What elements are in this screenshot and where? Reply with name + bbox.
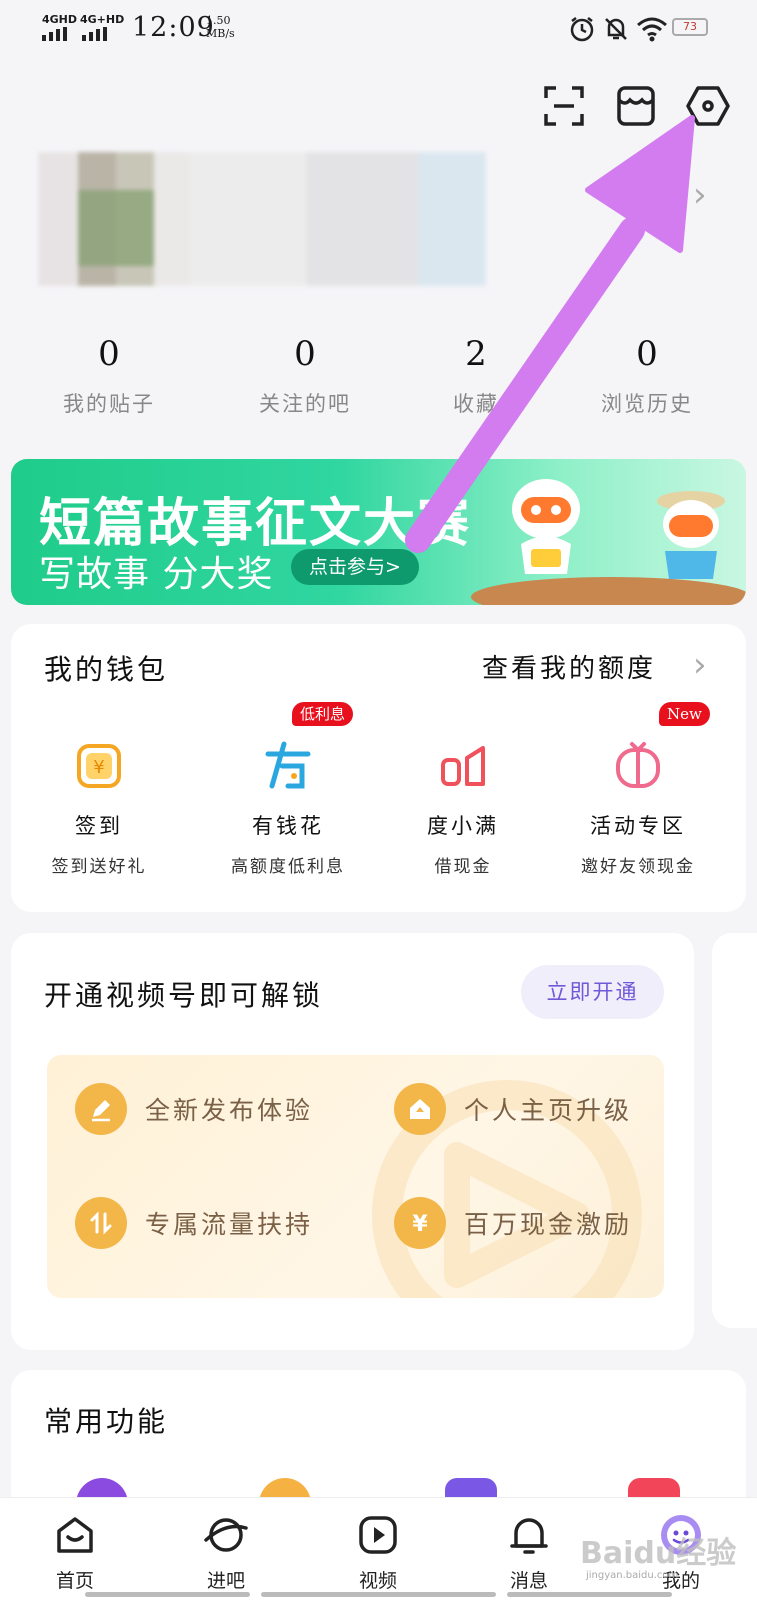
profile-chevron-icon[interactable]: › — [693, 178, 707, 212]
stat-label: 我的贴子 — [63, 392, 155, 416]
stat-value: 2 — [465, 334, 487, 374]
wallet-item-sub: 高额度低利息 — [231, 857, 345, 877]
battery-icon: 73 — [672, 18, 708, 36]
stat-history[interactable]: 0 浏览历史 — [567, 334, 727, 418]
signal-bars-1-icon — [42, 27, 67, 41]
stat-value: 0 — [636, 334, 658, 374]
bell-icon — [510, 1518, 548, 1554]
nav-label: 消息 — [509, 1570, 548, 1592]
wifi-icon — [637, 17, 667, 42]
baidu-watermark: Baidu经验 — [580, 1536, 737, 1571]
gesture-bar-2 — [261, 1592, 496, 1597]
gesture-bar — [85, 1592, 250, 1597]
wallet-chevron-icon[interactable]: › — [693, 648, 707, 682]
banner-stage-decoration — [471, 577, 746, 605]
scan-icon[interactable] — [542, 84, 586, 128]
perk-label: 百万现金激励 — [464, 1210, 633, 1239]
settings-icon[interactable] — [686, 84, 730, 128]
stat-label: 关注的吧 — [259, 392, 351, 416]
wallet-item-name: 签到 — [75, 814, 123, 838]
signal-label-2: 4G+HD — [80, 13, 125, 26]
common-functions-title: 常用功能 — [44, 1405, 169, 1438]
wallet-item-sub: 借现金 — [434, 857, 492, 877]
video-unlock-title: 开通视频号即可解锁 — [44, 979, 324, 1012]
wallet-item-sub: 邀好友领现金 — [581, 857, 695, 877]
stat-label: 收藏 — [453, 392, 499, 416]
wallet-item-name: 有钱花 — [252, 814, 324, 838]
svg-text:¥: ¥ — [93, 757, 104, 778]
wallet-item-duxiaoman[interactable]: 度小满 借现金 — [373, 740, 553, 877]
stat-value: 0 — [294, 334, 316, 374]
stat-favorites[interactable]: 2 收藏 — [396, 334, 556, 418]
activity-icon — [616, 742, 660, 788]
wallet-item-youqianhua[interactable]: 有钱花 高额度低利息 — [198, 740, 378, 877]
speed-value: 1.50 — [206, 14, 231, 27]
gesture-bar-3 — [507, 1592, 672, 1597]
wallet-title: 我的钱包 — [44, 653, 169, 686]
robot-mascot-icon — [512, 479, 580, 574]
perk-traffic: 专属流量扶持 — [75, 1197, 313, 1249]
perk-label: 专属流量扶持 — [145, 1210, 314, 1239]
wallet-item-name: 活动专区 — [590, 814, 686, 838]
duxiaoman-icon — [441, 746, 485, 786]
status-bar: 4GHD 4G+HD 12:09 1.50 MB/s 73 — [0, 0, 757, 56]
signal-bars-2-icon — [82, 27, 107, 41]
wallet-quota-link[interactable]: 查看我的额度 — [482, 648, 656, 685]
pencil-icon — [92, 1100, 110, 1122]
perks-panel: 全新发布体验 个人主页升级 专属流量扶持 ¥ 百万现金激励 — [47, 1055, 664, 1298]
store-icon[interactable] — [614, 84, 658, 128]
nav-video[interactable]: 视频 — [338, 1510, 418, 1593]
nav-home[interactable]: 首页 — [35, 1510, 115, 1593]
next-card-peek — [712, 933, 757, 1328]
svg-text:¥: ¥ — [412, 1212, 428, 1236]
alarm-icon — [570, 17, 594, 42]
stat-followed-bars[interactable]: 0 关注的吧 — [225, 334, 385, 418]
low-interest-badge: 低利息 — [292, 702, 354, 726]
home-icon — [57, 1517, 93, 1553]
youqianhua-icon — [265, 741, 311, 789]
open-now-button[interactable]: 立即开通 — [521, 965, 664, 1019]
stat-label: 浏览历史 — [601, 392, 693, 416]
profile-stats: 0 我的贴子 0 关注的吧 2 收藏 0 浏览历史 — [0, 334, 757, 424]
stat-value: 0 — [98, 334, 120, 374]
wallet-item-name: 度小满 — [427, 814, 499, 838]
mute-bell-icon — [605, 18, 627, 40]
banner-cta-button[interactable]: 点击参与> — [291, 549, 419, 585]
nav-label: 进吧 — [206, 1570, 245, 1592]
perk-label: 个人主页升级 — [464, 1096, 633, 1125]
yen-icon: ¥ — [412, 1212, 428, 1236]
wallet-item-checkin[interactable]: ¥ 签到 签到送好礼 — [9, 740, 189, 877]
new-badge: New — [659, 702, 710, 726]
home-upgrade-icon — [410, 1099, 430, 1119]
yen-square-icon: ¥ — [77, 744, 121, 788]
watermark-url: jingyan.baidu.com — [586, 1570, 679, 1581]
wallet-item-activity[interactable]: 活动专区 邀好友领现金 — [548, 740, 728, 877]
speed-unit: MB/s — [206, 27, 235, 40]
banner-subtitle: 写故事 分大奖 — [39, 554, 274, 595]
perk-cash: ¥ 百万现金激励 — [394, 1197, 632, 1249]
wallet-item-sub: 签到送好礼 — [51, 857, 147, 877]
planet-icon — [204, 1518, 248, 1552]
perk-homepage: 个人主页升级 — [394, 1083, 632, 1135]
nav-label: 视频 — [358, 1570, 397, 1592]
stat-my-posts[interactable]: 0 我的贴子 — [29, 334, 189, 418]
clock: 12:09 — [132, 12, 215, 43]
nav-label: 首页 — [55, 1570, 94, 1592]
blurred-profile-info[interactable] — [38, 152, 486, 286]
perk-publish: 全新发布体验 — [75, 1083, 313, 1135]
promo-banner[interactable]: 短篇故事征文大赛 写故事 分大奖 点击参与> — [11, 459, 746, 605]
nav-bars[interactable]: 进吧 — [186, 1510, 266, 1593]
nav-messages[interactable]: 消息 — [489, 1510, 569, 1593]
network-speed: 1.50 MB/s — [206, 14, 235, 40]
traffic-icon — [90, 1211, 112, 1235]
perk-label: 全新发布体验 — [145, 1096, 314, 1125]
video-icon — [359, 1516, 397, 1554]
signal-label-1: 4GHD — [42, 13, 78, 26]
robot-mascot-2-icon — [657, 491, 725, 579]
